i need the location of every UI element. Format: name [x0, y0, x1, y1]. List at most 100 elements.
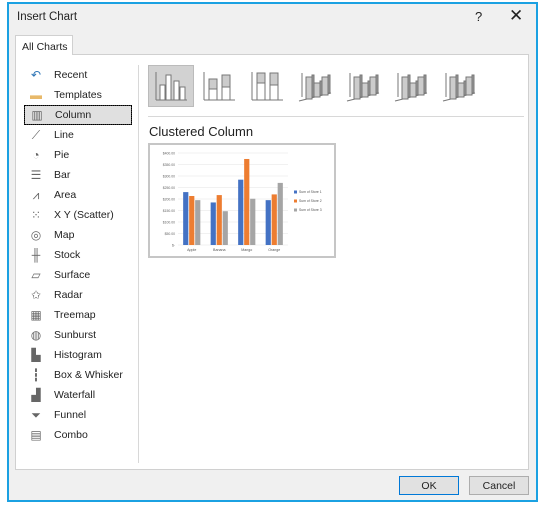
- 100-stacked-column-icon: [251, 72, 283, 101]
- stacked-column-icon: [203, 72, 235, 101]
- surface-chart-icon: ▱: [31, 268, 41, 282]
- sidebar-item-label: Stock: [54, 249, 81, 261]
- sidebar-item-templates[interactable]: ▬ Templates: [24, 85, 132, 105]
- ok-button[interactable]: OK: [399, 476, 459, 495]
- close-button[interactable]: ✕: [509, 6, 523, 26]
- sidebar-item-line[interactable]: ⟋ Line: [24, 125, 132, 145]
- sidebar-item-label: Radar: [54, 289, 83, 301]
- bar-sum-of-store-3: [277, 182, 283, 245]
- sidebar-item-label: Pie: [54, 149, 70, 161]
- sidebar-item-label: Treemap: [54, 309, 96, 321]
- tab-all-charts[interactable]: All Charts: [15, 35, 73, 55]
- y-tick-label: $350.00: [163, 163, 175, 167]
- combo-chart-icon: ▤: [30, 428, 42, 442]
- bar-sum-of-store-3: [222, 211, 228, 245]
- sidebar-item-box-whisker[interactable]: ┇ Box & Whisker: [24, 365, 132, 385]
- clustered-column-icon: [155, 72, 187, 101]
- funnel-icon: ⏷: [31, 407, 41, 422]
- legend-entry: Sum of Store 1: [299, 190, 322, 194]
- dialog-title: Insert Chart: [17, 11, 78, 23]
- sidebar-item-map[interactable]: ◎ Map: [24, 225, 132, 245]
- sidebar-item-label: Waterfall: [54, 389, 96, 401]
- cancel-button[interactable]: Cancel: [469, 476, 529, 495]
- gallery-3d-100-stacked-column[interactable]: [388, 65, 434, 107]
- sidebar-item-histogram[interactable]: ▙ Histogram: [24, 345, 132, 365]
- treemap-icon: ▦: [30, 308, 42, 322]
- legend-swatch: [294, 208, 297, 212]
- sidebar-item-radar[interactable]: ✩ Radar: [24, 285, 132, 305]
- bar-sum-of-store-2: [189, 196, 195, 245]
- legend-entry: Sum of Store 3: [299, 208, 322, 212]
- bar-sum-of-store-2: [244, 158, 250, 245]
- sidebar-item-label: Map: [54, 229, 75, 241]
- sidebar-item-treemap[interactable]: ▦ Treemap: [24, 305, 132, 325]
- sidebar-item-pie[interactable]: ◔ Pie: [24, 145, 132, 165]
- bar-sum-of-store-3: [195, 200, 201, 245]
- sidebar-item-label: Histogram: [54, 349, 102, 361]
- sidebar-item-label: Line: [54, 129, 74, 141]
- sidebar-item-label: Area: [54, 189, 77, 201]
- sidebar-item-column[interactable]: ▥ Column: [24, 105, 132, 125]
- folder-icon: ▬: [30, 88, 42, 102]
- sidebar-item-funnel[interactable]: ⏷ Funnel: [24, 405, 132, 425]
- content-panel: ↶ Recent ▬ Templates ▥ Column ⟋ Line ◔ Pie ☰ Bar ⩘ Ar…: [15, 54, 529, 470]
- bar-sum-of-store-1: [238, 179, 244, 245]
- sidebar-item-label: Recent: [54, 69, 88, 81]
- sidebar-item-waterfall[interactable]: ▟ Waterfall: [24, 385, 132, 405]
- bar-sum-of-store-2: [271, 194, 277, 245]
- bar-chart-icon: ☰: [30, 168, 42, 182]
- sidebar-item-label: Funnel: [54, 409, 87, 421]
- preview-chart: $- $50.00 $100.00 $150.00 $200.00 $250.00 $300…: [163, 152, 322, 253]
- y-tick-label: $300.00: [163, 175, 175, 179]
- pie-chart-icon: ◔: [32, 148, 40, 162]
- chart-subtype-title: Clustered Column: [149, 124, 254, 139]
- sidebar-item-stock[interactable]: ╫ Stock: [24, 245, 132, 265]
- map-icon: ◎: [30, 228, 42, 242]
- bar-sum-of-store-1: [210, 202, 216, 245]
- sidebar-item-label: Sunburst: [54, 329, 97, 341]
- sidebar-item-recent[interactable]: ↶ Recent: [24, 65, 132, 85]
- sidebar-item-bar[interactable]: ☰ Bar: [24, 165, 132, 185]
- sidebar-item-surface[interactable]: ▱ Surface: [24, 265, 132, 285]
- 3d-column-icon: [442, 73, 476, 102]
- gallery-clustered-column[interactable]: [148, 65, 194, 107]
- y-tick-label: $400.00: [163, 152, 175, 156]
- 3d-clustered-column-icon: [298, 73, 332, 102]
- y-tick-label: $200.00: [163, 198, 175, 202]
- help-button[interactable]: ?: [475, 9, 482, 24]
- radar-chart-icon: ✩: [30, 288, 42, 302]
- legend-entry: Sum of Store 2: [299, 199, 322, 203]
- divider: [138, 65, 139, 463]
- gallery-3d-column[interactable]: [436, 65, 482, 107]
- bar-sum-of-store-2: [216, 195, 222, 245]
- legend-swatch: [294, 190, 297, 194]
- bar-sum-of-store-3: [250, 198, 256, 245]
- scatter-chart-icon: ⁙: [30, 208, 42, 222]
- sidebar-item-x-y-scatter-[interactable]: ⁙ X Y (Scatter): [24, 205, 132, 225]
- x-tick-label: Mango: [241, 248, 252, 252]
- y-tick-label: $-: [172, 244, 175, 248]
- sunburst-icon: ◍: [30, 328, 42, 342]
- gallery-3d-clustered-column[interactable]: [292, 65, 338, 107]
- legend-swatch: [294, 199, 297, 203]
- chart-preview[interactable]: $- $50.00 $100.00 $150.00 $200.00 $250.00 $300…: [148, 143, 336, 258]
- gallery-stacked-column[interactable]: [196, 65, 242, 107]
- sidebar-item-area[interactable]: ⩘ Area: [24, 185, 132, 205]
- x-tick-label: Orange: [268, 248, 280, 252]
- chart-type-list: ↶ Recent ▬ Templates ▥ Column ⟋ Line ◔ Pie ☰ Bar ⩘ Ar…: [24, 65, 132, 445]
- line-chart-icon: ⟋: [31, 127, 41, 142]
- gallery-100-stacked-column[interactable]: [244, 65, 290, 107]
- waterfall-icon: ▟: [31, 388, 41, 402]
- gallery-3d-stacked-column[interactable]: [340, 65, 386, 107]
- sidebar-item-label: Column: [55, 109, 92, 121]
- y-tick-label: $250.00: [163, 186, 175, 190]
- sidebar-item-label: Box & Whisker: [54, 369, 123, 381]
- insert-chart-dialog: Insert Chart ? ✕ All Charts ↶ Recent ▬ Temp…: [7, 2, 538, 502]
- sidebar-item-combo[interactable]: ▤ Combo: [24, 425, 132, 445]
- separator: [148, 116, 524, 117]
- sidebar-item-label: X Y (Scatter): [54, 209, 114, 221]
- histogram-icon: ▙: [31, 348, 41, 362]
- chart-subtype-gallery: [148, 65, 482, 107]
- sidebar-item-sunburst[interactable]: ◍ Sunburst: [24, 325, 132, 345]
- y-tick-label: $150.00: [163, 209, 175, 213]
